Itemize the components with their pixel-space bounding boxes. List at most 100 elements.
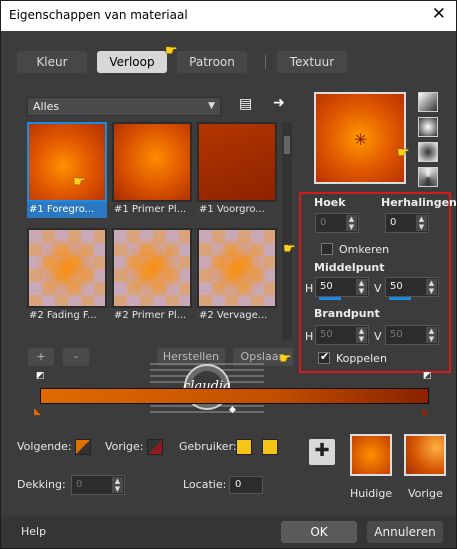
pointer-hand-icon: ☛	[279, 351, 292, 367]
center-v-value: 50	[390, 281, 403, 292]
previous-preview[interactable]	[404, 434, 446, 476]
spinner-arrows-icon[interactable]: ▲ ▼	[426, 327, 437, 343]
tab-kleur[interactable]: Kleur	[17, 51, 87, 73]
center-v-label: V	[374, 282, 382, 295]
stop-marker-icon[interactable]: ◩	[423, 371, 432, 381]
focal-h-value: 50	[320, 329, 333, 340]
rectangular-gradient-icon[interactable]	[418, 117, 438, 137]
focal-h-label: H	[305, 330, 314, 343]
midpoint-marker-icon[interactable]: ◆	[229, 405, 236, 415]
angle-label: Hoek	[314, 196, 346, 209]
gradient-item[interactable]: #2 Fading F...	[27, 228, 107, 324]
focal-h-stepper[interactable]: 50 ▲ ▼	[315, 325, 369, 345]
gradient-label: #1 Primer Pl...	[114, 204, 187, 215]
current-label: Huidige	[350, 487, 393, 500]
tab-textuur[interactable]: Textuur	[277, 51, 347, 73]
previous-swatch[interactable]	[147, 439, 163, 455]
add-to-library-button[interactable]: ✚	[309, 439, 335, 465]
spinner-arrows-icon[interactable]: ▲ ▼	[346, 215, 357, 231]
focal-v-stepper[interactable]: 50 ▲ ▼	[385, 325, 439, 345]
gradient-item[interactable]: #2 Vervage...	[197, 228, 277, 324]
gradient-thumbnail	[197, 122, 277, 202]
center-h-slider[interactable]	[319, 297, 341, 300]
gradient-item[interactable]: #1 Voorgro...	[197, 122, 277, 218]
opacity-stepper[interactable]: 0 ▲ ▼	[71, 475, 125, 495]
gradient-editor-bar[interactable]	[40, 388, 429, 404]
pointer-hand-icon: ☛	[397, 145, 410, 161]
center-point-icon: ✳	[354, 130, 368, 149]
angle-value: 0	[320, 217, 327, 228]
next-swatch[interactable]	[75, 439, 91, 455]
pointer-hand-icon: ☛	[283, 241, 296, 257]
opacity-label: Dekking:	[17, 478, 66, 491]
repeats-value: 0	[390, 217, 397, 228]
gradient-thumbnail	[27, 122, 107, 202]
claudia-watermark: claudia	[150, 363, 264, 413]
material-properties-dialog: Eigenschappen van materiaal ✕ Kleur Verl…	[0, 0, 457, 549]
arrow-right-icon[interactable]: ➜	[273, 95, 285, 111]
repeats-stepper[interactable]: 0 ▲ ▼	[385, 213, 429, 233]
location-input[interactable]: 0	[229, 476, 263, 494]
center-h-value: 50	[320, 281, 333, 292]
window-title: Eigenschappen van materiaal	[9, 8, 188, 22]
focal-v-label: V	[374, 330, 382, 343]
location-label: Locatie:	[183, 478, 227, 491]
gradient-preview[interactable]: ✳	[314, 92, 406, 184]
gradient-label: #1 Foregro...	[27, 202, 107, 218]
checkmark-icon: ✔	[320, 350, 330, 363]
previous-preview-label: Vorige	[408, 487, 443, 500]
scrollbar-thumb[interactable]	[284, 136, 290, 154]
remove-gradient-button[interactable]: -	[63, 348, 89, 366]
linear-gradient-icon[interactable]	[418, 92, 438, 112]
gradient-label: #2 Vervage...	[199, 310, 268, 321]
invert-checkbox[interactable]	[321, 243, 333, 255]
user-swatch-1[interactable]	[236, 439, 252, 455]
tab-patroon[interactable]: Patroon	[177, 51, 247, 73]
user-label: Gebruiker:	[179, 440, 237, 453]
spinner-arrows-icon[interactable]: ▲ ▼	[356, 279, 367, 295]
spinner-arrows-icon[interactable]: ▲ ▼	[356, 327, 367, 343]
invert-label: Omkeren	[339, 243, 390, 256]
stop-marker-icon[interactable]: ◣	[34, 407, 41, 417]
center-label: Middelpunt	[314, 261, 385, 274]
radial-gradient-icon[interactable]	[418, 142, 438, 162]
sunburst-gradient-icon[interactable]	[418, 167, 438, 187]
category-dropdown[interactable]: Alles ▼	[27, 97, 221, 116]
gradient-item[interactable]: #1 Foregro...	[27, 122, 107, 218]
opacity-value: 0	[76, 479, 83, 490]
repeats-label: Herhalingen	[381, 196, 457, 209]
title-bar: Eigenschappen van materiaal ✕	[1, 1, 456, 31]
gradient-label: #2 Fading F...	[29, 310, 97, 321]
user-swatch-2[interactable]	[262, 439, 278, 455]
link-checkbox[interactable]: ✔	[318, 350, 330, 364]
current-preview[interactable]	[350, 434, 392, 476]
spinner-arrows-icon[interactable]: ▲ ▼	[112, 477, 123, 493]
pointer-hand-icon: ☛	[73, 174, 86, 190]
gradient-item[interactable]: #2 Primer Pl...	[112, 228, 192, 324]
focal-label: Brandpunt	[314, 307, 380, 320]
spinner-arrows-icon[interactable]: ▲ ▼	[416, 215, 427, 231]
gradient-item[interactable]: #1 Primer Pl...	[112, 122, 192, 218]
help-link[interactable]: Help	[21, 525, 46, 538]
add-gradient-button[interactable]: +	[28, 348, 54, 366]
ok-button[interactable]: OK	[281, 521, 357, 543]
center-v-slider[interactable]	[389, 297, 411, 300]
center-h-stepper[interactable]: 50 ▲ ▼	[315, 277, 369, 300]
stop-marker-icon[interactable]: ◩	[36, 371, 45, 381]
spinner-arrows-icon[interactable]: ▲ ▼	[426, 279, 437, 295]
cancel-button[interactable]: Annuleren	[367, 521, 443, 543]
center-h-label: H	[305, 282, 314, 295]
center-v-stepper[interactable]: 50 ▲ ▼	[385, 277, 439, 300]
gradient-thumbnail	[27, 228, 107, 308]
focal-v-value: 50	[390, 329, 403, 340]
close-icon[interactable]: ✕	[432, 4, 446, 24]
library-scrollbar[interactable]	[282, 122, 292, 340]
tab-verloop[interactable]: Verloop	[97, 51, 167, 73]
stop-marker-icon[interactable]: ◣	[422, 407, 429, 417]
category-selected: Alles	[33, 100, 60, 113]
gradient-label: #2 Primer Pl...	[114, 310, 187, 321]
gradient-library: #1 Foregro... #1 Primer Pl... #1 Voorgro…	[27, 122, 282, 336]
library-icon[interactable]: ▤	[239, 96, 252, 112]
chevron-down-icon: ▼	[208, 101, 215, 111]
angle-stepper[interactable]: 0 ▲ ▼	[315, 213, 359, 233]
